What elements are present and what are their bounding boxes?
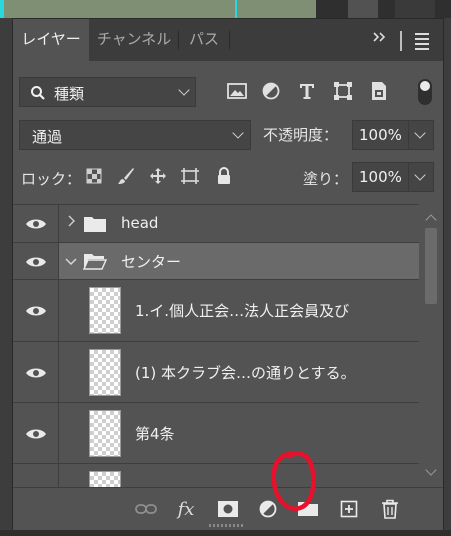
background-panel-edge	[348, 0, 378, 18]
scrollbar-thumb[interactable]	[425, 228, 437, 304]
tab-paths[interactable]: パス	[179, 19, 229, 61]
filter-kind-label: 種類	[54, 85, 85, 103]
opacity-label: 不透明度：	[263, 126, 339, 144]
layer-row-head[interactable]: head	[13, 205, 419, 243]
open-folder-icon	[83, 254, 107, 270]
opacity-field[interactable]: 100%	[352, 120, 434, 150]
layer-name: (1) 本クラブ会…の通りとする。	[135, 364, 356, 382]
chevron-down-icon[interactable]	[65, 253, 77, 269]
lock-artboard-icon[interactable]	[179, 165, 201, 187]
layers-panel: レイヤー チャンネル パス 種類 通過 不透明度： 100% ロック： 塗り： …	[12, 18, 444, 530]
layer-name: 第4条	[135, 425, 175, 443]
fill-dropdown-button[interactable]	[408, 163, 433, 191]
fill-field[interactable]: 100%	[352, 162, 434, 192]
panel-menu-icon[interactable]	[415, 33, 429, 53]
guide-line	[0, 0, 4, 18]
red-annotation-circle	[271, 451, 316, 511]
layer-list-scrollbar[interactable]	[419, 204, 443, 486]
lock-transparent-icon[interactable]	[83, 165, 105, 187]
eye-visibility-icon[interactable]	[25, 366, 47, 380]
opacity-value: 100%	[359, 126, 402, 144]
tab-divider	[229, 31, 230, 49]
layer-row-center-group[interactable]: センター	[13, 243, 419, 280]
layer-thumbnail	[89, 287, 121, 334]
lock-label: ロック：	[21, 170, 82, 188]
tab-channels[interactable]: チャンネル	[90, 19, 178, 61]
opacity-dropdown-button[interactable]	[408, 121, 433, 149]
fill-label: 塗り：	[303, 170, 349, 188]
layer-name: head	[121, 214, 159, 232]
new-layer-icon[interactable]	[336, 496, 362, 522]
scroll-down-icon[interactable]	[425, 464, 437, 476]
eye-visibility-icon[interactable]	[25, 255, 47, 269]
eye-visibility-icon[interactable]	[25, 217, 47, 231]
guide-line	[235, 0, 237, 18]
filter-toggle[interactable]	[418, 79, 432, 105]
layer-name: センター	[121, 253, 182, 271]
layer-thumbnail	[89, 410, 121, 457]
add-mask-icon[interactable]	[215, 496, 241, 522]
delete-layer-icon[interactable]	[377, 496, 403, 522]
divider	[400, 31, 402, 51]
search-icon	[31, 86, 45, 100]
layer-name: 1.イ.個人正会…法人正会員及び	[135, 302, 350, 320]
chevron-down-icon	[178, 84, 190, 96]
image-filter-icon[interactable]	[225, 79, 249, 103]
blend-mode-value: 通過	[32, 128, 63, 146]
filter-kind-select[interactable]: 種類	[19, 77, 196, 107]
layer-row-text[interactable]: 1.イ.個人正会…法人正会員及び	[13, 280, 419, 342]
lock-position-icon[interactable]	[147, 165, 169, 187]
layer-list: head センター 1.イ.個人正会…法人正会員及び (1) 本クラブ会…の通り…	[13, 204, 419, 487]
layer-style-fx-icon[interactable]: fx	[173, 496, 199, 522]
adjustment-filter-icon[interactable]	[259, 79, 283, 103]
layer-thumbnail	[89, 471, 121, 487]
canvas-background-strip	[0, 0, 451, 18]
chevron-right-icon[interactable]	[67, 215, 75, 231]
selection-highlight	[59, 243, 419, 279]
eye-visibility-icon[interactable]	[25, 427, 47, 441]
smart-object-filter-icon[interactable]	[367, 79, 391, 103]
tab-overflow-icon[interactable]	[371, 29, 387, 49]
background-panel-edge	[395, 0, 435, 18]
folder-icon	[84, 217, 106, 232]
fill-value: 100%	[359, 168, 402, 186]
lock-image-icon[interactable]	[115, 165, 137, 187]
chevron-down-icon	[232, 127, 244, 139]
layer-row-text[interactable]	[13, 464, 419, 487]
panel-resize-grip[interactable]	[209, 524, 245, 527]
tab-layers[interactable]: レイヤー	[13, 19, 89, 61]
chevron-down-icon	[414, 127, 426, 139]
eye-visibility-icon[interactable]	[25, 304, 47, 318]
bottom-edge	[0, 530, 451, 536]
layer-thumbnail	[89, 349, 121, 396]
layer-row-text[interactable]: 第4条	[13, 403, 419, 464]
chevron-down-icon	[414, 169, 426, 181]
shape-filter-icon[interactable]	[331, 79, 355, 103]
type-filter-icon[interactable]	[295, 79, 319, 103]
panel-tab-bar: レイヤー チャンネル パス	[13, 19, 443, 61]
layer-row-text[interactable]: (1) 本クラブ会…の通りとする。	[13, 342, 419, 403]
layers-bottom-toolbar: fx	[13, 487, 443, 530]
link-layers-icon[interactable]	[133, 496, 159, 522]
blend-mode-select[interactable]: 通過	[19, 120, 251, 150]
scroll-up-icon[interactable]	[425, 214, 437, 226]
lock-all-icon[interactable]	[213, 165, 235, 187]
